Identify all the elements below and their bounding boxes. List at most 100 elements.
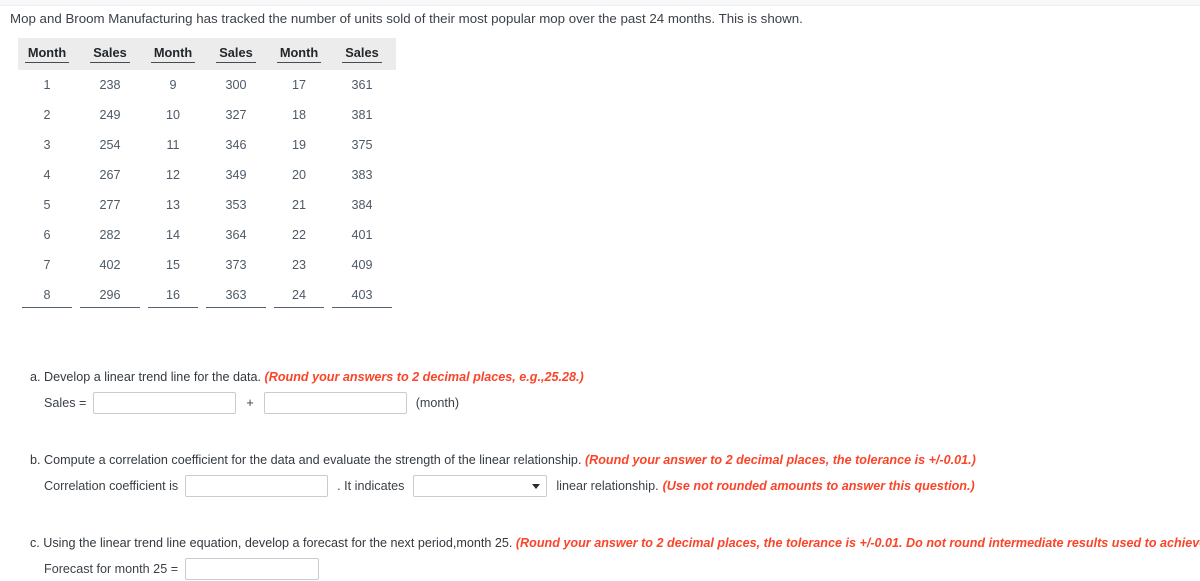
relationship-strength-select[interactable] (413, 475, 548, 497)
it-indicates-label: . It indicates (337, 479, 405, 493)
cell-sales: 375 (351, 138, 373, 152)
sales-equals-label: Sales = (44, 396, 87, 410)
cell-month: 23 (291, 258, 306, 272)
table-row: 1 238 9 300 17 361 (18, 70, 396, 100)
question-c-note: (Round your answer to 2 decimal places, … (515, 536, 1200, 550)
question-a: a. Develop a linear trend line for the d… (30, 369, 584, 414)
column-header-month-3: Month (270, 38, 328, 70)
trend-slope-input[interactable] (263, 392, 407, 414)
forecast-month-25-input[interactable] (185, 558, 320, 580)
question-a-note: (Round your answers to 2 decimal places,… (264, 370, 584, 384)
plus-operator: + (246, 396, 254, 410)
cell-month: 11 (166, 138, 180, 152)
question-c-prompt-line: c. Using the linear trend line equation,… (30, 535, 1200, 552)
cell-sales: 401 (351, 228, 373, 242)
cell-month: 17 (291, 78, 306, 92)
cell-sales: 349 (225, 168, 247, 182)
cell-sales: 364 (225, 228, 247, 242)
table-row: 5 277 13 353 21 384 (18, 190, 396, 220)
table-body: 1 238 9 300 17 361 2 249 10 327 18 381 3 254 11 346 19 37… (18, 70, 396, 314)
question-c-prompt: c. Using the linear trend line equation,… (30, 536, 513, 550)
table-header-row: Month Sales Month Sales Month Sales (18, 38, 396, 70)
cell-sales: 238 (99, 78, 121, 92)
table-row: 2 249 10 327 18 381 (18, 100, 396, 130)
question-b-note-2: (Use not rounded amounts to answer this … (662, 479, 975, 493)
cell-sales: 249 (99, 108, 121, 122)
column-header-sales-2: Sales (202, 38, 270, 70)
cell-sales: 381 (351, 108, 373, 122)
trend-intercept-input[interactable] (93, 392, 237, 414)
column-header-label: Sales (216, 46, 256, 63)
cell-sales: 353 (225, 198, 247, 212)
correlation-coefficient-input[interactable] (185, 475, 329, 497)
cell-sales: 327 (225, 108, 247, 122)
cell-month: 20 (291, 168, 306, 182)
cell-sales: 409 (351, 258, 373, 272)
cell-sales: 296 (76, 280, 144, 314)
cell-month: 10 (165, 108, 180, 122)
cell-value: 8 (22, 288, 72, 308)
question-b-note: (Round your answer to 2 decimal places, … (584, 453, 976, 467)
cell-month: 7 (43, 258, 51, 272)
question-c: c. Using the linear trend line equation,… (30, 535, 1200, 580)
cell-month: 9 (169, 78, 177, 92)
column-header-sales-1: Sales (76, 38, 144, 70)
cell-sales: 254 (99, 138, 121, 152)
column-header-label: Sales (90, 46, 130, 63)
cell-sales: 300 (225, 78, 247, 92)
month-unit-label: (month) (415, 396, 460, 410)
table-row: 7 402 15 373 23 409 (18, 250, 396, 280)
column-header-label: Sales (342, 46, 382, 63)
problem-statement: Mop and Broom Manufacturing has tracked … (10, 11, 803, 26)
column-header-label: Month (276, 46, 322, 63)
column-header-label: Month (150, 46, 196, 63)
cell-month: 14 (165, 228, 180, 242)
question-b-prompt-line: b. Compute a correlation coefficient for… (30, 452, 976, 469)
cell-month: 16 (144, 280, 202, 314)
cell-sales: 383 (351, 168, 373, 182)
question-a-prompt-line: a. Develop a linear trend line for the d… (30, 369, 584, 386)
top-divider (0, 0, 1200, 6)
cell-month: 3 (43, 138, 51, 152)
cell-month: 13 (165, 198, 180, 212)
cell-value: 296 (80, 288, 140, 308)
cell-month: 8 (18, 280, 76, 314)
cell-sales: 346 (225, 138, 247, 152)
cell-month: 19 (291, 138, 306, 152)
question-b: b. Compute a correlation coefficient for… (30, 452, 976, 497)
cell-sales: 267 (99, 168, 121, 182)
linear-relationship-label: linear relationship. (556, 479, 659, 493)
sales-data-table-wrapper: Month Sales Month Sales Month Sales 1 238… (18, 38, 396, 314)
cell-month: 18 (291, 108, 306, 122)
column-header-label: Month (24, 46, 70, 63)
correlation-coefficient-label: Correlation coefficient is (44, 479, 179, 493)
relationship-strength-select-wrapper[interactable] (413, 475, 548, 497)
cell-sales: 361 (351, 78, 373, 92)
cell-month: 22 (291, 228, 306, 242)
cell-month: 1 (43, 78, 51, 92)
question-b-prompt: b. Compute a correlation coefficient for… (30, 453, 582, 467)
cell-sales: 277 (99, 198, 121, 212)
table-row: 8 296 16 363 24 403 (18, 280, 396, 314)
cell-sales: 403 (328, 280, 396, 314)
cell-month: 12 (165, 168, 180, 182)
cell-value: 403 (332, 288, 392, 308)
cell-month: 2 (43, 108, 51, 122)
question-c-answer-row: Forecast for month 25 = (44, 558, 1200, 580)
sales-data-table: Month Sales Month Sales Month Sales 1 238… (18, 38, 396, 314)
table-row: 3 254 11 346 19 375 (18, 130, 396, 160)
cell-sales: 384 (351, 198, 373, 212)
table-row: 6 282 14 364 22 401 (18, 220, 396, 250)
cell-month: 5 (43, 198, 51, 212)
cell-value: 24 (274, 288, 324, 308)
table-row: 4 267 12 349 20 383 (18, 160, 396, 190)
question-a-prompt: a. Develop a linear trend line for the d… (30, 370, 262, 384)
cell-value: 16 (148, 288, 198, 308)
cell-month: 24 (270, 280, 328, 314)
cell-sales: 402 (99, 258, 121, 272)
cell-month: 6 (43, 228, 51, 242)
cell-sales: 282 (99, 228, 121, 242)
question-b-answer-row: Correlation coefficient is . It indicate… (44, 475, 976, 497)
question-a-answer-row: Sales = + (month) (44, 392, 584, 414)
column-header-month-1: Month (18, 38, 76, 70)
